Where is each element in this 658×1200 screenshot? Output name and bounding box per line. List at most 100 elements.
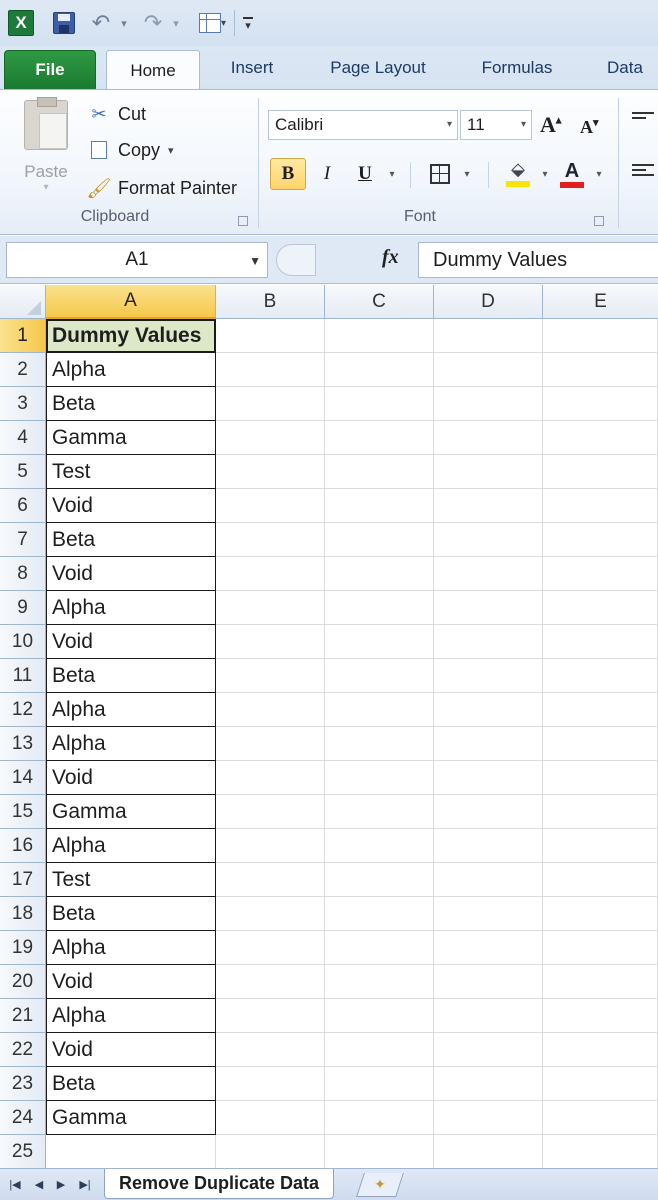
paste-button[interactable]: Paste ▾ (18, 97, 74, 204)
shrink-font-icon[interactable]: A▾ (580, 116, 599, 138)
cell-d[interactable] (434, 1067, 543, 1101)
first-sheet-icon[interactable]: |◀ (6, 1175, 24, 1193)
cell-e[interactable] (543, 1101, 658, 1135)
cell-e[interactable] (543, 489, 658, 523)
tab-file[interactable]: File (4, 50, 96, 90)
cell-c[interactable] (325, 523, 434, 557)
cell-e[interactable] (543, 625, 658, 659)
cell-e[interactable] (543, 353, 658, 387)
cell-a[interactable]: Void (46, 625, 216, 659)
cell-a[interactable]: Alpha (46, 591, 216, 625)
cell-b[interactable] (216, 761, 325, 795)
cell-b[interactable] (216, 489, 325, 523)
cell-c[interactable] (325, 863, 434, 897)
undo-icon[interactable]: ↶ (88, 10, 114, 36)
cell-c[interactable] (325, 795, 434, 829)
prev-sheet-icon[interactable]: ◀ (30, 1175, 48, 1193)
cell-d[interactable] (434, 523, 543, 557)
cell-a[interactable]: Beta (46, 897, 216, 931)
font-size-combo[interactable]: 11 ▾ (460, 110, 532, 140)
cell-b[interactable] (216, 829, 325, 863)
cell-d[interactable] (434, 727, 543, 761)
cell-c[interactable] (325, 1135, 434, 1169)
row-header[interactable]: 22 (0, 1033, 46, 1067)
save-icon[interactable] (52, 10, 76, 36)
cell-b[interactable] (216, 1033, 325, 1067)
cell-d[interactable] (434, 659, 543, 693)
row-header[interactable]: 23 (0, 1067, 46, 1101)
cell-a[interactable]: Alpha (46, 727, 216, 761)
cell-e[interactable] (543, 965, 658, 999)
cell-a[interactable]: Alpha (46, 829, 216, 863)
row-header[interactable]: 12 (0, 693, 46, 727)
cell-a[interactable]: Void (46, 489, 216, 523)
cell-a[interactable]: Beta (46, 387, 216, 421)
cell-e[interactable] (543, 523, 658, 557)
column-header-a[interactable]: A (46, 285, 216, 319)
form-icon[interactable]: ▾ (196, 10, 226, 36)
cell-c[interactable] (325, 727, 434, 761)
fill-color-dropdown-icon[interactable]: ▾ (538, 158, 552, 190)
insert-worksheet-button[interactable]: ✦ (356, 1173, 404, 1197)
row-header[interactable]: 10 (0, 625, 46, 659)
row-header[interactable]: 20 (0, 965, 46, 999)
column-header-d[interactable]: D (434, 285, 543, 319)
column-header-c[interactable]: C (325, 285, 434, 319)
cell-c[interactable] (325, 999, 434, 1033)
cell-b[interactable] (216, 999, 325, 1033)
sheet-tab-remove-duplicate-data[interactable]: Remove Duplicate Data (104, 1169, 335, 1199)
row-header[interactable]: 13 (0, 727, 46, 761)
cell-e[interactable] (543, 319, 658, 353)
column-header-b[interactable]: B (216, 285, 325, 319)
cell-b[interactable] (216, 455, 325, 489)
cell-e[interactable] (543, 455, 658, 489)
cell-c[interactable] (325, 965, 434, 999)
cell-c[interactable] (325, 931, 434, 965)
cell-b[interactable] (216, 625, 325, 659)
cell-a[interactable]: Alpha (46, 999, 216, 1033)
row-header[interactable]: 24 (0, 1101, 46, 1135)
row-header[interactable]: 4 (0, 421, 46, 455)
cell-a[interactable]: Alpha (46, 931, 216, 965)
format-painter-button[interactable]: 🖌 Format Painter (86, 174, 237, 202)
cell-b[interactable] (216, 421, 325, 455)
cell-b[interactable] (216, 353, 325, 387)
cell-a[interactable]: Void (46, 1033, 216, 1067)
row-header[interactable]: 25 (0, 1135, 46, 1169)
cell-b[interactable] (216, 1135, 325, 1169)
redo-icon[interactable]: ↷ (140, 10, 166, 36)
cell-c[interactable] (325, 693, 434, 727)
row-header[interactable]: 15 (0, 795, 46, 829)
cell-c[interactable] (325, 353, 434, 387)
row-header[interactable]: 14 (0, 761, 46, 795)
italic-button[interactable]: I (312, 158, 342, 190)
cell-a[interactable]: Void (46, 965, 216, 999)
cell-d[interactable] (434, 455, 543, 489)
formula-input[interactable]: Dummy Values (418, 242, 658, 278)
tab-page-layout[interactable]: Page Layout (308, 46, 448, 90)
cell-b[interactable] (216, 795, 325, 829)
cell-d[interactable] (434, 693, 543, 727)
row-header[interactable]: 17 (0, 863, 46, 897)
chevron-down-icon[interactable]: ▼ (249, 254, 261, 268)
font-launcher-icon[interactable] (594, 216, 604, 226)
borders-dropdown-icon[interactable]: ▾ (460, 158, 474, 190)
row-header[interactable]: 6 (0, 489, 46, 523)
row-header[interactable]: 3 (0, 387, 46, 421)
cell-e[interactable] (543, 659, 658, 693)
cell-e[interactable] (543, 557, 658, 591)
cell-e[interactable] (543, 897, 658, 931)
tab-formulas[interactable]: Formulas (464, 46, 570, 90)
cell-a[interactable]: Gamma (46, 421, 216, 455)
cell-e[interactable] (543, 591, 658, 625)
cell-a[interactable]: Gamma (46, 795, 216, 829)
cell-d[interactable] (434, 557, 543, 591)
cell-e[interactable] (543, 863, 658, 897)
row-header[interactable]: 1 (0, 319, 46, 353)
cell-c[interactable] (325, 421, 434, 455)
cell-b[interactable] (216, 931, 325, 965)
row-header[interactable]: 2 (0, 353, 46, 387)
cell-c[interactable] (325, 455, 434, 489)
cell-d[interactable] (434, 387, 543, 421)
cell-d[interactable] (434, 863, 543, 897)
